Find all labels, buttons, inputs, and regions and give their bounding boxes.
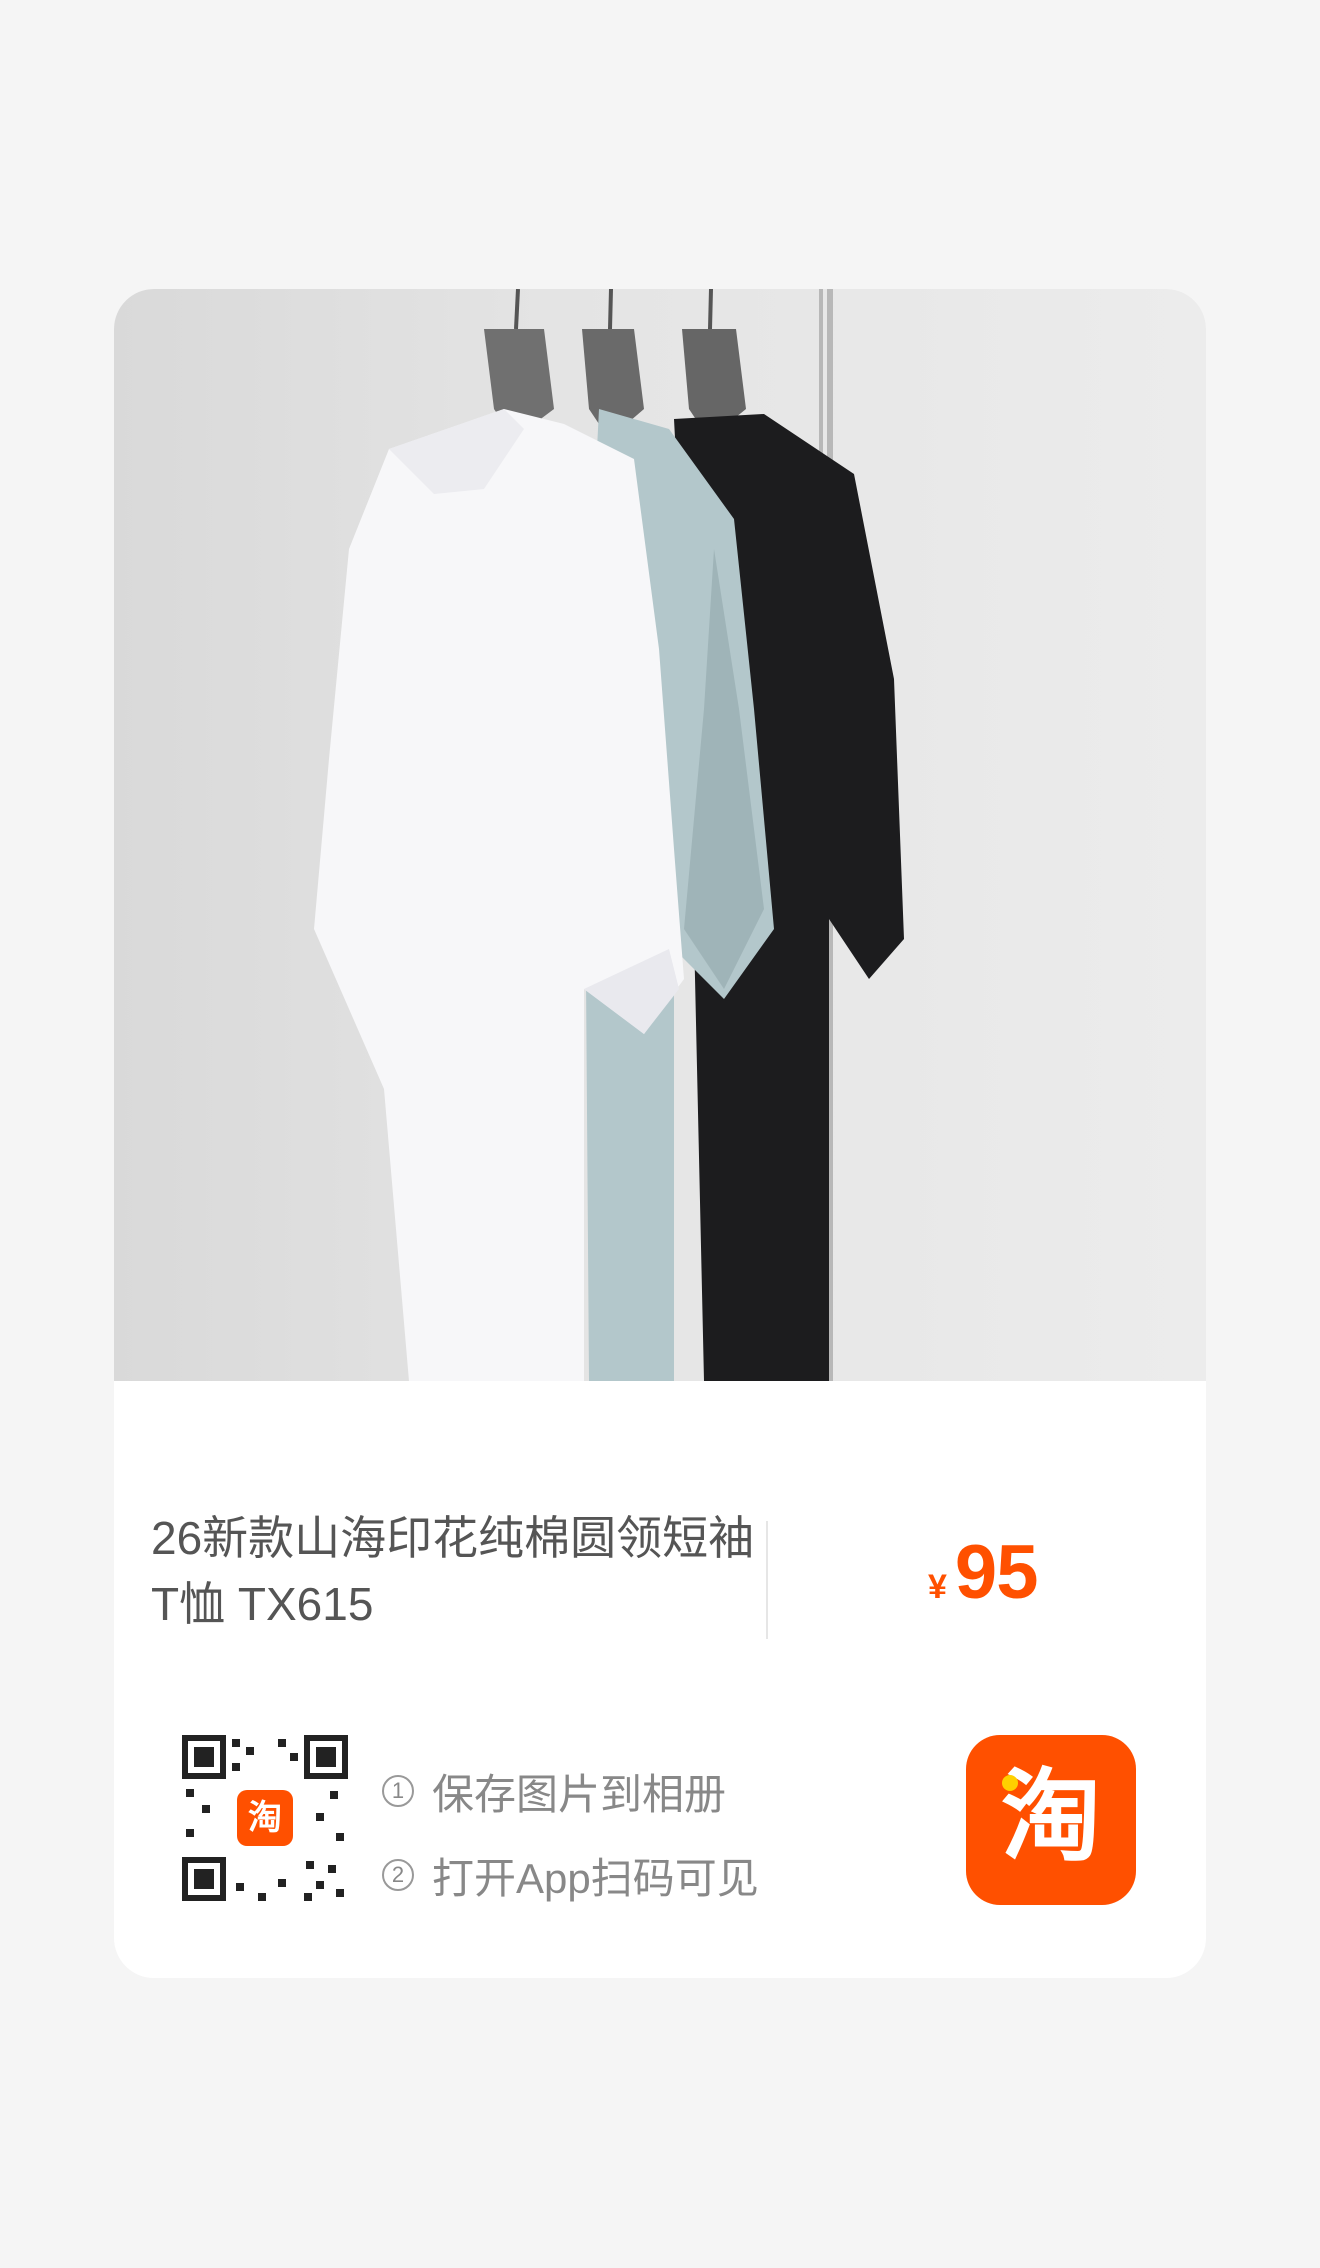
- step-2-marker: 2: [382, 1859, 414, 1891]
- product-photo[interactable]: [114, 289, 1206, 1381]
- price-value: 95: [954, 1530, 1039, 1615]
- instruction-step-2: 2 打开App扫码可见: [382, 1833, 759, 1917]
- share-card: 26新款山海印花纯棉圆领短袖T恤 TX615 ¥ 95 淘 1 保存图片到相册 …: [114, 289, 1206, 1978]
- tshirts-on-rack-image: [314, 289, 904, 1381]
- qr-logo-glyph: 淘: [248, 1799, 282, 1837]
- currency-symbol: ¥: [928, 1568, 947, 1606]
- divider: [766, 1521, 768, 1639]
- product-price: ¥ 95: [928, 1529, 1039, 1619]
- step-1-text: 保存图片到相册: [432, 1770, 727, 1818]
- step-1-marker: 1: [382, 1775, 414, 1807]
- step-2-text: 打开App扫码可见: [432, 1854, 759, 1902]
- instruction-step-1: 1 保存图片到相册: [382, 1749, 759, 1833]
- taobao-logo-icon[interactable]: 淘: [966, 1735, 1136, 1905]
- product-title: 26新款山海印花纯棉圆领短袖T恤 TX615: [151, 1512, 755, 1630]
- qr-code-icon[interactable]: 淘: [180, 1733, 350, 1903]
- scan-instructions: 1 保存图片到相册 2 打开App扫码可见: [382, 1749, 759, 1917]
